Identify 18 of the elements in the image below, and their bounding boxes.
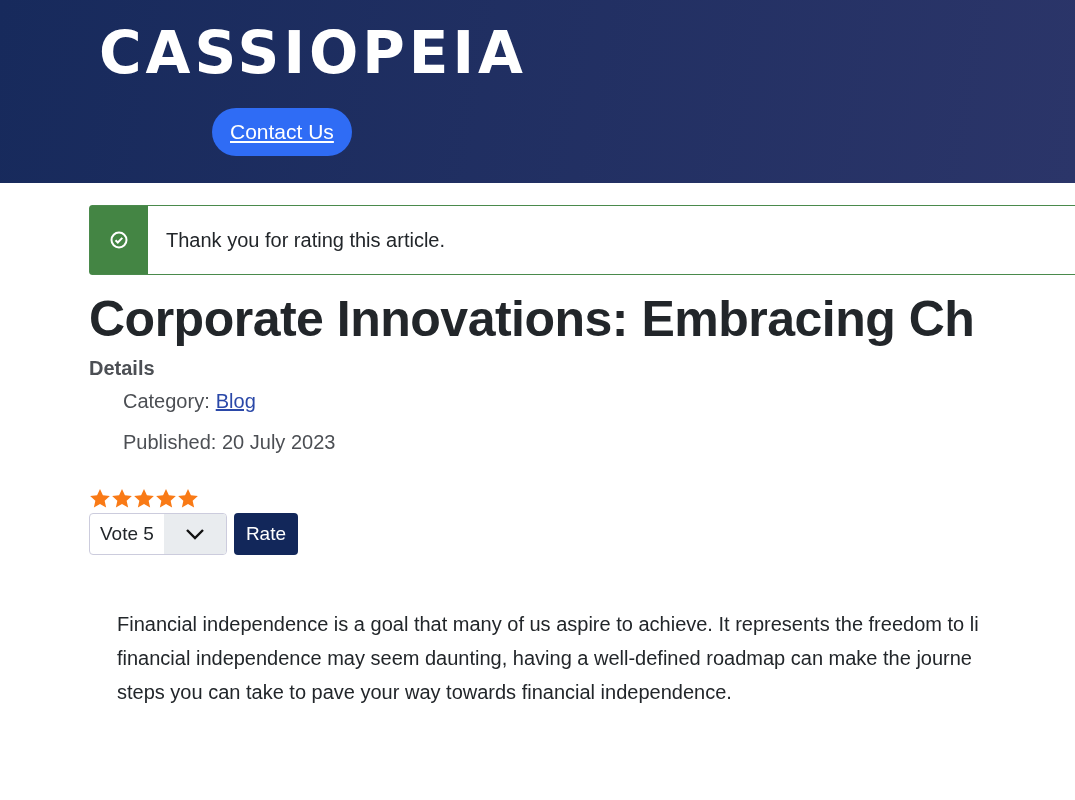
category-link[interactable]: Blog xyxy=(215,390,256,412)
star-icon xyxy=(111,488,133,509)
alert-text: Thank you for rating this article. xyxy=(165,228,445,252)
chevron-down-icon xyxy=(184,528,205,540)
star-icon xyxy=(177,488,199,509)
article-paragraph: Financial independence is a goal that many of us aspire to achieve. It represents the freedom to li financial independence may seem daunting, having a well-defined roadmap can make the journe steps you can take to pave your way towards financial independence. xyxy=(117,612,980,705)
check-circle-icon xyxy=(110,231,128,249)
article-title: Corporate Innovations: Embracing Ch xyxy=(89,290,976,349)
category-label: Category: xyxy=(123,390,210,412)
star-icon xyxy=(89,488,111,509)
vote-select[interactable]: Vote 5 xyxy=(89,513,227,555)
rate-button[interactable]: Rate xyxy=(233,513,299,555)
details-heading: Details xyxy=(89,357,156,380)
contact-link[interactable]: Contact Us xyxy=(212,108,352,156)
star-icon xyxy=(133,488,155,509)
star-icon xyxy=(155,488,177,509)
published-date: Published: 20 July 2023 xyxy=(122,431,337,454)
site-logo[interactable]: CASSIOPEIA xyxy=(99,22,527,84)
